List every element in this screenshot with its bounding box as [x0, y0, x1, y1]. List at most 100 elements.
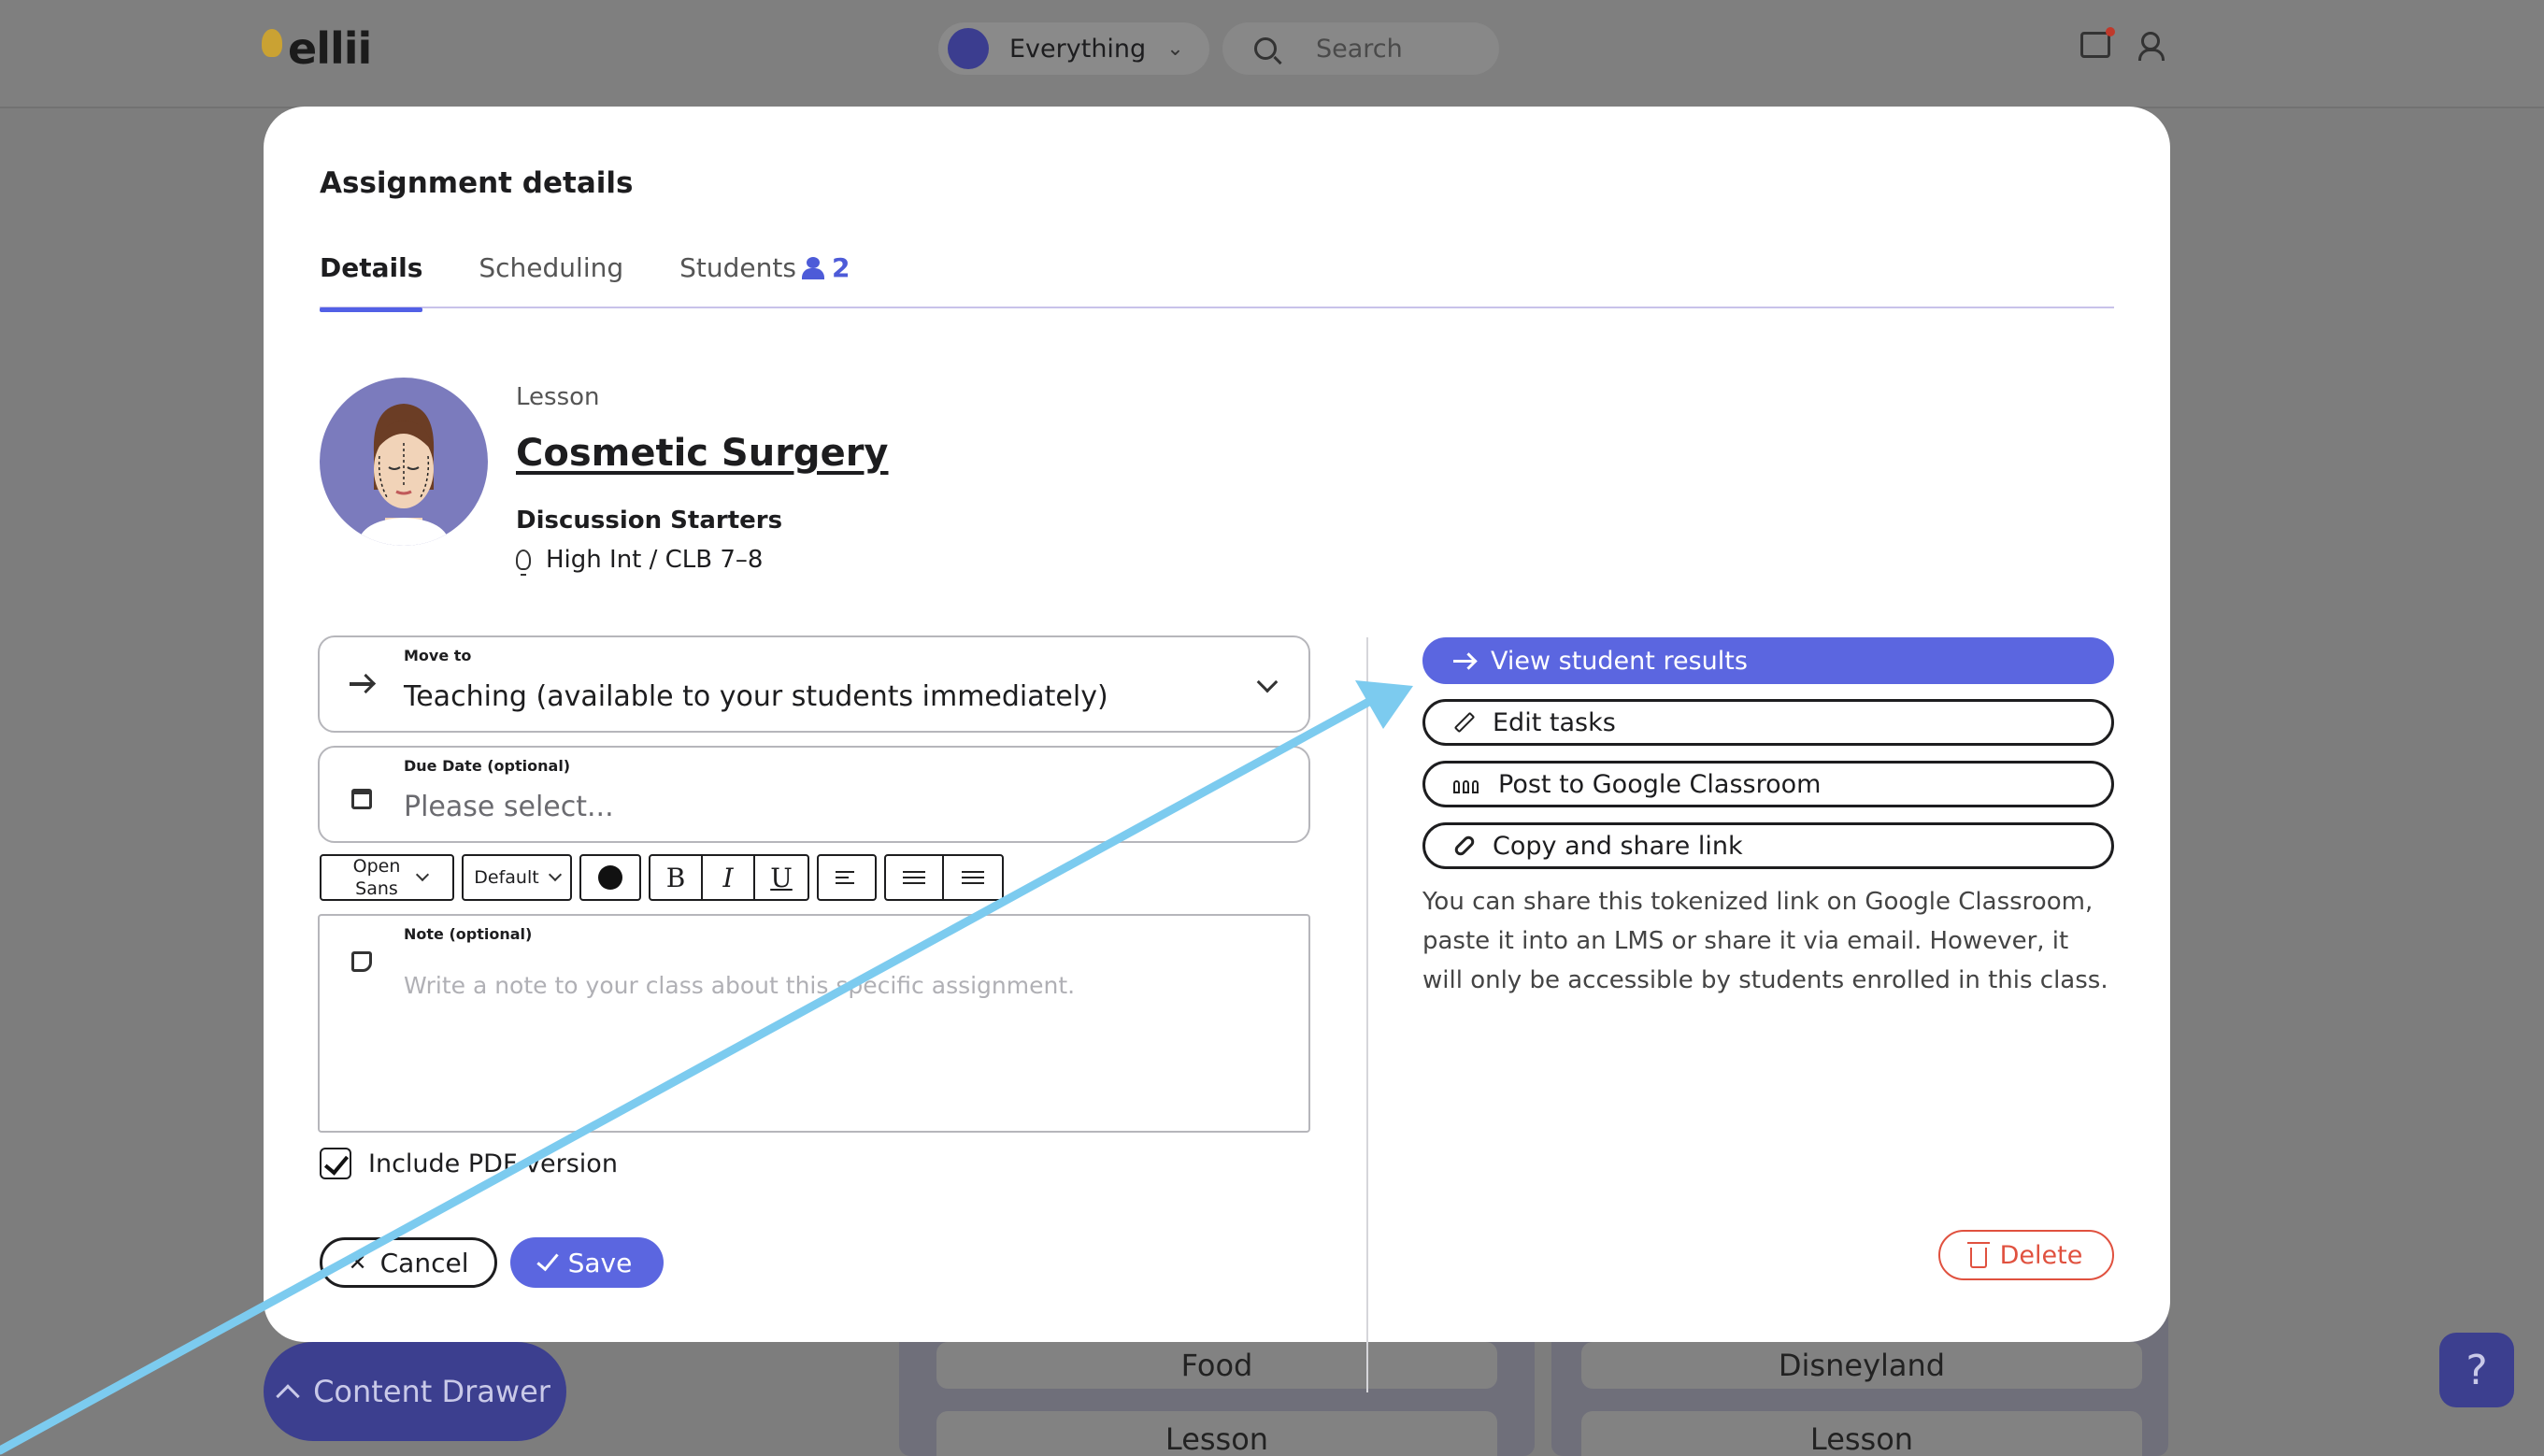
chevron-down-icon [548, 867, 562, 882]
tab-students[interactable]: Students 2 [679, 252, 850, 308]
lesson-category: Discussion Starters [516, 507, 783, 535]
background-card: Disneyland [1581, 1342, 2142, 1389]
inbox-icon[interactable] [2080, 27, 2115, 58]
include-pdf-checkbox[interactable] [320, 1148, 351, 1179]
search-icon [1254, 37, 1277, 60]
pencil-icon [1453, 711, 1476, 734]
tab-bar: Details Scheduling Students 2 [320, 252, 2114, 312]
search-placeholder: Search [1316, 34, 1403, 64]
font-family-select[interactable]: Open Sans [320, 854, 454, 901]
chevron-down-icon: ⌄ [1166, 36, 1184, 61]
view-student-results-button[interactable]: View student results [1422, 637, 2114, 684]
lightbulb-icon [516, 550, 531, 576]
bullet-list-icon [903, 871, 925, 884]
lesson-level-text: High Int / CLB 7–8 [546, 546, 764, 574]
note-icon [351, 951, 372, 972]
post-google-classroom-button[interactable]: Post to Google Classroom [1422, 761, 2114, 807]
google-classroom-icon [1453, 775, 1481, 793]
lightbulb-icon [262, 29, 282, 57]
calendar-icon [351, 789, 372, 809]
face-illustration-icon [357, 404, 450, 546]
color-swatch-icon [598, 865, 622, 890]
scope-avatar [948, 28, 989, 69]
lesson-kind: Lesson [516, 383, 600, 411]
top-icons [2080, 27, 2165, 61]
note-field[interactable]: Note (optional) Write a note to your cla… [318, 914, 1310, 1133]
bullet-list-button[interactable] [886, 856, 944, 899]
tab-label: Students [679, 252, 796, 283]
close-icon: ✕ [348, 1249, 367, 1276]
background-card: Food [936, 1342, 1497, 1389]
chevron-down-icon [415, 867, 430, 882]
due-date-label: Due Date (optional) [404, 757, 571, 775]
align-left-button[interactable] [819, 856, 875, 899]
view-results-label: View student results [1491, 646, 1748, 676]
include-pdf-row[interactable]: Include PDF version [320, 1148, 618, 1179]
font-size-select[interactable]: Default [462, 854, 572, 901]
user-icon[interactable] [2138, 32, 2165, 61]
bold-button[interactable]: B [650, 856, 703, 899]
lesson-level: High Int / CLB 7–8 [516, 546, 764, 576]
tab-details[interactable]: Details [320, 252, 423, 312]
background-card: Lesson [936, 1411, 1497, 1456]
move-to-label: Move to [404, 647, 472, 664]
top-bar: ellii Everything ⌄ Search [0, 0, 2544, 108]
save-label: Save [567, 1247, 633, 1278]
format-group: B I U [649, 854, 809, 901]
copy-link-label: Copy and share link [1493, 831, 1743, 861]
list-group [884, 854, 1004, 901]
font-family-value: Open Sans [352, 856, 401, 899]
align-group [817, 854, 877, 901]
arrow-right-icon [350, 682, 372, 686]
edit-tasks-label: Edit tasks [1493, 707, 1616, 737]
rich-text-toolbar: Open Sans Default B I U [320, 854, 1004, 901]
lesson-title-link[interactable]: Cosmetic Surgery [516, 432, 889, 475]
check-icon [536, 1248, 559, 1272]
student-icon [801, 255, 824, 279]
include-pdf-label: Include PDF version [368, 1149, 618, 1178]
post-classroom-label: Post to Google Classroom [1498, 769, 1822, 799]
copy-share-link-button[interactable]: Copy and share link [1422, 822, 2114, 869]
chevron-down-icon [1256, 671, 1279, 693]
content-drawer-label: Content Drawer [313, 1374, 550, 1409]
trash-icon [1966, 1242, 1990, 1268]
due-date-placeholder: Please select... [404, 791, 614, 823]
due-date-field[interactable]: Due Date (optional) Please select... [318, 746, 1310, 843]
modal-title: Assignment details [320, 166, 634, 200]
lesson-thumbnail [320, 378, 488, 546]
ellii-logo[interactable]: ellii [262, 22, 372, 75]
tab-label: Details [320, 252, 423, 283]
tab-scheduling[interactable]: Scheduling [479, 252, 623, 308]
move-to-select[interactable]: Move to Teaching (available to your stud… [318, 635, 1310, 733]
align-left-icon [836, 871, 858, 884]
cancel-button[interactable]: ✕ Cancel [320, 1237, 497, 1288]
student-count: 2 [831, 252, 850, 283]
move-to-value: Teaching (available to your students imm… [404, 680, 1108, 713]
italic-button[interactable]: I [703, 856, 755, 899]
share-info-text: You can share this tokenized link on Goo… [1422, 888, 2108, 994]
assignment-details-modal: Assignment details Details Scheduling St… [264, 107, 2170, 1392]
chevron-up-icon [276, 1384, 300, 1408]
cancel-label: Cancel [379, 1247, 469, 1278]
note-placeholder: Write a note to your class about this sp… [404, 972, 1076, 999]
background-card: Lesson [1581, 1411, 2142, 1456]
numbered-list-button[interactable] [944, 856, 1002, 899]
search-box[interactable]: Search [1222, 22, 1499, 75]
content-drawer-button[interactable]: Content Drawer [264, 1342, 566, 1441]
edit-tasks-button[interactable]: Edit tasks [1422, 699, 2114, 746]
logo-text: ellii [288, 23, 372, 74]
note-label: Note (optional) [404, 925, 533, 943]
delete-label: Delete [1999, 1240, 2083, 1270]
scope-label: Everything [1009, 34, 1147, 64]
link-icon [1452, 834, 1477, 858]
arrow-right-icon [1453, 659, 1474, 663]
tab-label: Scheduling [479, 252, 624, 283]
text-color-button[interactable] [579, 854, 641, 901]
scope-selector[interactable]: Everything ⌄ [938, 22, 1209, 75]
font-size-value: Default [474, 867, 539, 888]
column-divider [1366, 637, 1368, 1392]
delete-button[interactable]: Delete [1938, 1230, 2114, 1280]
save-button[interactable]: Save [510, 1237, 664, 1288]
help-button[interactable]: ? [2439, 1333, 2514, 1407]
underline-button[interactable]: U [755, 856, 808, 899]
